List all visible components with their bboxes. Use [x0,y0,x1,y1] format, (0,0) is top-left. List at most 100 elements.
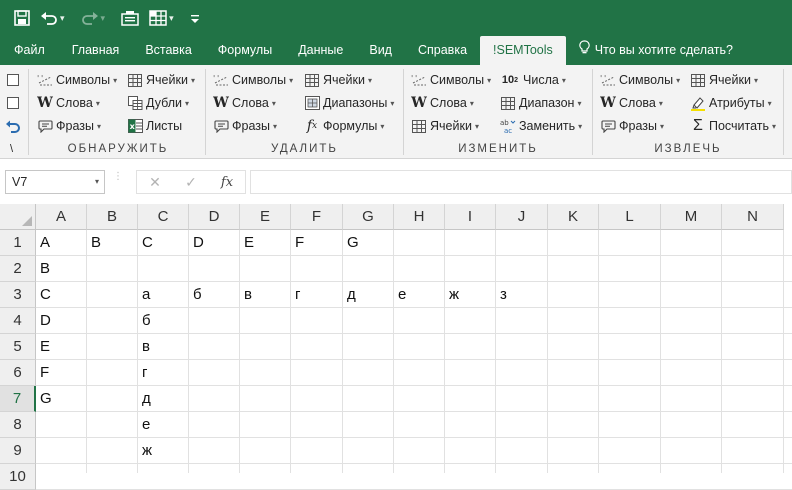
detect-cells-button[interactable]: Ячейки ▾ [127,70,195,90]
enter-icon[interactable]: ✓ [173,174,209,191]
row-header-10[interactable]: 10 [0,464,36,490]
cell-E3[interactable]: в [240,282,291,308]
remove-ranges-button[interactable]: Диапазоны ▾ [304,93,394,113]
cell-C3[interactable]: а [138,282,189,308]
insert-function-icon[interactable]: fx [209,175,245,190]
tab-home[interactable]: Главная [59,36,133,65]
customize-qat-button[interactable] [190,0,200,36]
tab-file[interactable]: Файл [0,36,59,65]
row-header-2[interactable]: 2 [0,256,36,282]
detect-duplicates-button[interactable]: Дубли ▾ [127,93,189,113]
row-header-1[interactable]: 1 [0,230,36,256]
extract-attributes-button[interactable]: Атрибуты ▾ [690,93,772,113]
column-header-G[interactable]: G [343,204,394,230]
change-range-button[interactable]: Диапазон ▾ [500,93,581,113]
change-replace-button[interactable]: ab ac Заменить ▾ [500,116,582,136]
cell-F3[interactable]: г [291,282,343,308]
cell-J3[interactable]: з [496,282,548,308]
row-header-8[interactable]: 8 [0,412,36,438]
row-header-4[interactable]: 4 [0,308,36,334]
tab-formulas[interactable]: Формулы [205,36,285,65]
column-header-B[interactable]: B [87,204,138,230]
cell-C5[interactable]: в [138,334,189,360]
column-header-A[interactable]: A [36,204,87,230]
row-header-3[interactable]: 3 [0,282,36,308]
tell-me-search[interactable]: Что вы хотите сделать? [566,36,746,65]
cell-D3[interactable]: б [189,282,240,308]
cell-C8[interactable]: е [138,412,189,438]
chevron-down-icon[interactable]: ▾ [95,171,99,193]
change-numbers-button[interactable]: 10 2 Числа ▾ [500,70,566,90]
tab-semtools[interactable]: !SEMTools [480,36,566,65]
detect-words-button[interactable]: W Слова ▾ [37,93,100,113]
cell-C4[interactable]: б [138,308,189,334]
undo-button[interactable]: ▾ [40,0,71,36]
column-header-J[interactable]: J [496,204,548,230]
remove-cells-button[interactable]: Ячейки ▾ [304,70,372,90]
select-all-button[interactable] [0,204,36,230]
checkbox-1[interactable] [7,74,19,86]
camera-button[interactable] [121,0,139,36]
column-header-N[interactable]: N [722,204,784,230]
undo-action-button[interactable] [5,116,21,136]
row-header-9[interactable]: 9 [0,438,36,464]
formula-input[interactable] [250,170,792,194]
tab-data[interactable]: Данные [285,36,356,65]
column-header-L[interactable]: L [599,204,661,230]
table-dropdown-icon[interactable]: ▾ [169,13,174,24]
column-header-H[interactable]: H [394,204,445,230]
spreadsheet-grid[interactable]: A B C D E F G H I J K L M N 1 2 3 4 5 6 7 8 9 10 A B C D E F G B Cа б в г д е… [0,204,792,490]
undo-dropdown-icon[interactable]: ▾ [60,13,65,24]
redo-dropdown-icon[interactable]: ▾ [101,13,106,24]
column-header-I[interactable]: I [445,204,496,230]
cell-A3[interactable]: C [36,282,87,308]
row-header-6[interactable]: 6 [0,360,36,386]
remove-words-button[interactable]: W Слова ▾ [213,93,276,113]
column-header-C[interactable]: C [138,204,189,230]
cell-A7[interactable]: G [36,386,87,412]
extract-words-button[interactable]: W Слова ▾ [600,93,663,113]
column-header-E[interactable]: E [240,204,291,230]
tab-view[interactable]: Вид [356,36,405,65]
cell-A5[interactable]: E [36,334,87,360]
extract-count-button[interactable]: Σ Посчитать ▾ [690,116,776,136]
resize-handle-icon[interactable]: ⋮ [113,172,123,190]
detect-phrases-button[interactable]: Фразы ▾ [37,116,101,136]
cell-A4[interactable]: D [36,308,87,334]
extract-symbols-button[interactable]: ' ' Символы ▾ [600,70,680,90]
cell-A6[interactable]: F [36,360,87,386]
tab-insert[interactable]: Вставка [132,36,204,65]
cancel-icon[interactable]: ✕ [137,174,173,191]
cell-A2[interactable]: B [36,256,87,282]
cell-C1[interactable]: C [138,230,189,256]
cell-I3[interactable]: ж [445,282,496,308]
cell-G1[interactable]: G [343,230,394,256]
cell-G3[interactable]: д [343,282,394,308]
detect-sheets-button[interactable]: x Листы [127,116,182,136]
checkbox-2[interactable] [7,97,19,109]
extract-cells-button[interactable]: Ячейки ▾ [690,70,758,90]
cell-A1[interactable]: A [36,230,87,256]
remove-phrases-button[interactable]: Фразы ▾ [213,116,277,136]
name-box[interactable]: V7 ▾ [5,170,105,194]
change-words-button[interactable]: W Слова ▾ [411,93,474,113]
remove-symbols-button[interactable]: ' ' Символы ▾ [213,70,293,90]
detect-symbols-button[interactable]: ' ' Символы ▾ [37,70,117,90]
column-header-M[interactable]: M [661,204,722,230]
cell-E1[interactable]: E [240,230,291,256]
cell-C9[interactable]: ж [138,438,189,464]
cell-B1[interactable]: B [87,230,138,256]
tab-help[interactable]: Справка [405,36,480,65]
extract-phrases-button[interactable]: Фразы ▾ [600,116,664,136]
remove-formulas-button[interactable]: f x Формулы ▾ [304,116,385,136]
column-header-F[interactable]: F [291,204,343,230]
save-button[interactable] [14,0,30,36]
change-symbols-button[interactable]: ' ' Символы ▾ [411,70,491,90]
cell-F1[interactable]: F [291,230,343,256]
table-button[interactable]: ▾ [149,0,180,36]
row-header-7[interactable]: 7 [0,386,36,412]
cell-D1[interactable]: D [189,230,240,256]
cell-H3[interactable]: е [394,282,445,308]
cell-C6[interactable]: г [138,360,189,386]
change-cells-button[interactable]: Ячейки ▾ [411,116,479,136]
